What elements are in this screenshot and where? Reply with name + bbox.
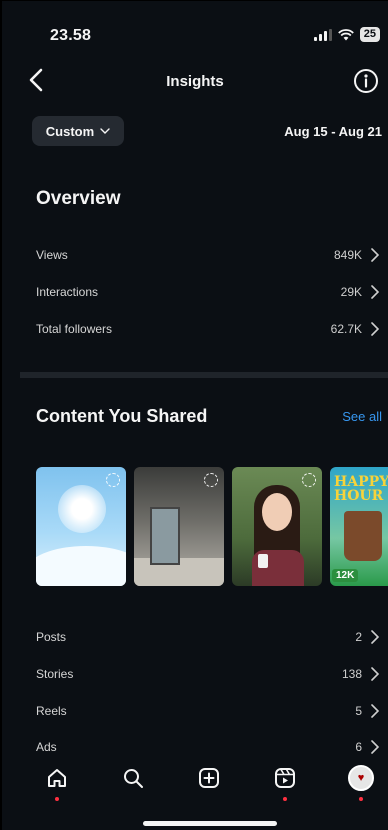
notification-dot [55,797,59,801]
row-label: Total followers [36,322,113,336]
see-all-link[interactable]: See all [342,409,382,424]
plus-square-icon [199,768,219,788]
app-screen: 23.58 25 Insights Custom Aug 15 - Aug 21 [0,0,388,830]
status-bar: 23.58 25 [2,1,388,45]
row-label: Ads [36,740,57,754]
loading-icon [204,473,218,487]
chevron-right-icon [371,285,380,299]
search-tab[interactable] [118,763,148,793]
content-thumbnail[interactable]: HAPPY HOUR 12K [330,467,388,586]
overview-row-interactions[interactable]: Interactions 29K [36,282,380,302]
profile-tab[interactable]: ♥ [346,763,376,801]
content-row-ads[interactable]: Ads 6 [36,737,380,757]
chevron-right-icon [371,667,380,681]
loading-icon [302,473,316,487]
date-filter-button[interactable]: Custom [32,116,124,146]
info-icon[interactable] [352,67,380,95]
content-row-stories[interactable]: Stories 138 [36,664,380,684]
chevron-right-icon [371,322,380,336]
create-tab[interactable] [194,763,224,793]
date-range: Aug 15 - Aug 21 [284,124,382,139]
row-label: Interactions [36,285,99,299]
wifi-icon [337,28,354,40]
search-icon [124,769,143,788]
home-tab[interactable] [42,763,72,801]
date-filter-label: Custom [45,123,95,139]
header: Insights [2,65,388,101]
notification-dot [283,797,287,801]
home-indicator [143,821,277,826]
overview-title: Overview [36,188,121,209]
content-row-reels[interactable]: Reels 5 [36,701,380,721]
status-time: 23.58 [50,27,92,44]
overview-row-views[interactable]: Views 849K [36,245,380,265]
content-thumbnail[interactable] [134,467,224,586]
row-label: Stories [36,667,74,681]
row-label: Posts [36,630,67,644]
battery-icon: 25 [359,27,380,42]
status-icons: 25 [313,27,380,42]
avatar: ♥ [348,765,374,791]
content-row-posts[interactable]: Posts 2 [36,627,380,647]
section-divider [20,372,388,378]
notification-dot [359,797,363,801]
row-value: 2 [355,630,362,644]
row-value: 5 [355,704,362,718]
home-icon [48,769,66,787]
content-thumbnail[interactable] [232,467,322,586]
row-value: 849K [333,248,362,262]
content-title: Content You Shared [36,406,208,426]
row-value: 6 [355,740,362,754]
row-label: Reels [36,704,67,718]
chevron-down-icon [100,128,110,134]
chevron-right-icon [371,248,380,262]
signal-icon [313,28,332,41]
chevron-right-icon [371,704,380,718]
content-thumbnails: HAPPY HOUR 12K [36,467,388,586]
chevron-right-icon [371,740,380,754]
reels-tab[interactable] [270,763,300,801]
bottom-nav: ♥ [2,763,388,803]
page-title: Insights [166,73,224,90]
row-label: Views [36,248,68,262]
content-thumbnail[interactable] [36,467,126,586]
row-value: 29K [340,285,362,299]
chevron-right-icon [371,630,380,644]
row-value: 62.7K [330,322,362,336]
views-badge: 12K [332,569,359,582]
reels-icon [275,768,295,788]
overview-row-followers[interactable]: Total followers 62.7K [36,319,380,339]
row-value: 138 [341,667,362,681]
loading-icon [106,473,120,487]
